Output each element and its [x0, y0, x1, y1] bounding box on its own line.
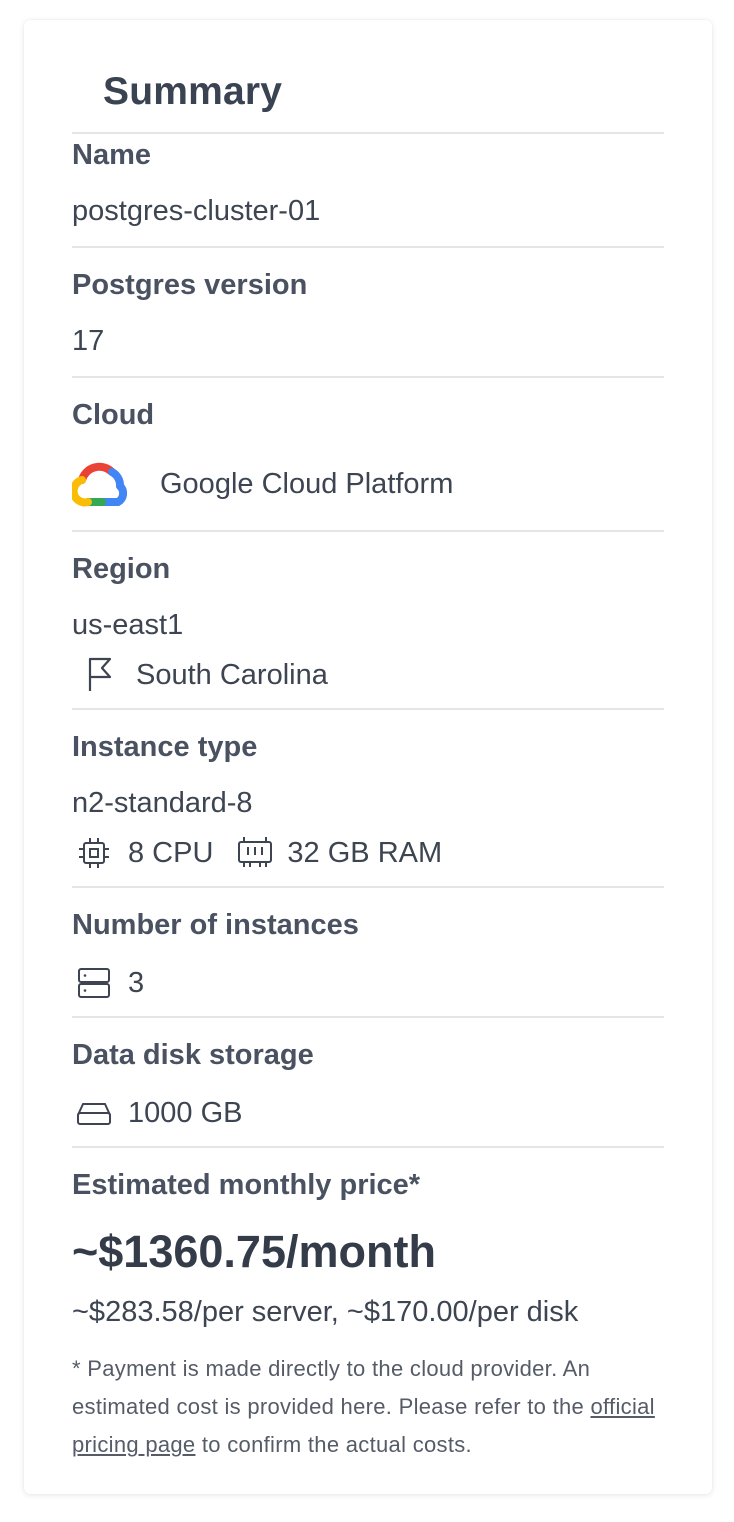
divider [72, 886, 664, 888]
name-label: Name [72, 139, 151, 171]
summary-title: Summary [103, 70, 283, 113]
storage-row: 1000 GB [72, 1093, 242, 1133]
flag-icon [72, 655, 122, 695]
name-value: postgres-cluster-01 [72, 195, 321, 227]
divider [72, 246, 664, 248]
divider [72, 1016, 664, 1018]
cloud-row: Google Cloud Platform [72, 462, 454, 507]
instances-label: Number of instances [72, 909, 359, 941]
divider [72, 376, 664, 378]
region-value: us-east1 [72, 609, 184, 641]
price-breakdown: ~$283.58/per server, ~$170.00/per disk [72, 1296, 579, 1328]
instances-value: 3 [128, 966, 145, 999]
pricing-note-end: to confirm the actual costs. [195, 1432, 472, 1457]
pricing-note: * Payment is made directly to the cloud … [72, 1350, 672, 1464]
cpu-icon [72, 833, 116, 873]
cpu-value: 8 CPU [128, 836, 214, 869]
instance-type-label: Instance type [72, 731, 258, 763]
storage-label: Data disk storage [72, 1039, 314, 1071]
instances-row: 3 [72, 963, 144, 1003]
summary-card: Summary Name postgres-cluster-01 Postgre… [24, 20, 712, 1494]
monthly-price: ~$1360.75/month [72, 1226, 436, 1277]
instance-type-value: n2-standard-8 [72, 787, 253, 819]
cloud-value: Google Cloud Platform [160, 467, 454, 500]
divider [72, 530, 664, 532]
region-location: South Carolina [136, 658, 328, 691]
divider [72, 132, 664, 134]
version-value: 17 [72, 325, 105, 357]
storage-value: 1000 GB [128, 1096, 243, 1129]
divider [72, 1146, 664, 1148]
cloud-label: Cloud [72, 399, 155, 431]
divider [72, 708, 664, 710]
ram-value: 32 GB RAM [287, 836, 443, 869]
price-label: Estimated monthly price* [72, 1169, 421, 1201]
memory-icon [235, 833, 275, 873]
hard-drive-icon [72, 1093, 116, 1133]
version-label: Postgres version [72, 269, 308, 301]
region-location-row: South Carolina [72, 655, 328, 695]
pricing-note-start: * Payment is made directly to the cloud … [72, 1356, 591, 1419]
google-cloud-logo-icon [72, 460, 134, 508]
region-label: Region [72, 553, 171, 585]
instance-specs-row: 8 CPU 32 GB RAM [72, 833, 442, 873]
server-icon [72, 963, 116, 1003]
